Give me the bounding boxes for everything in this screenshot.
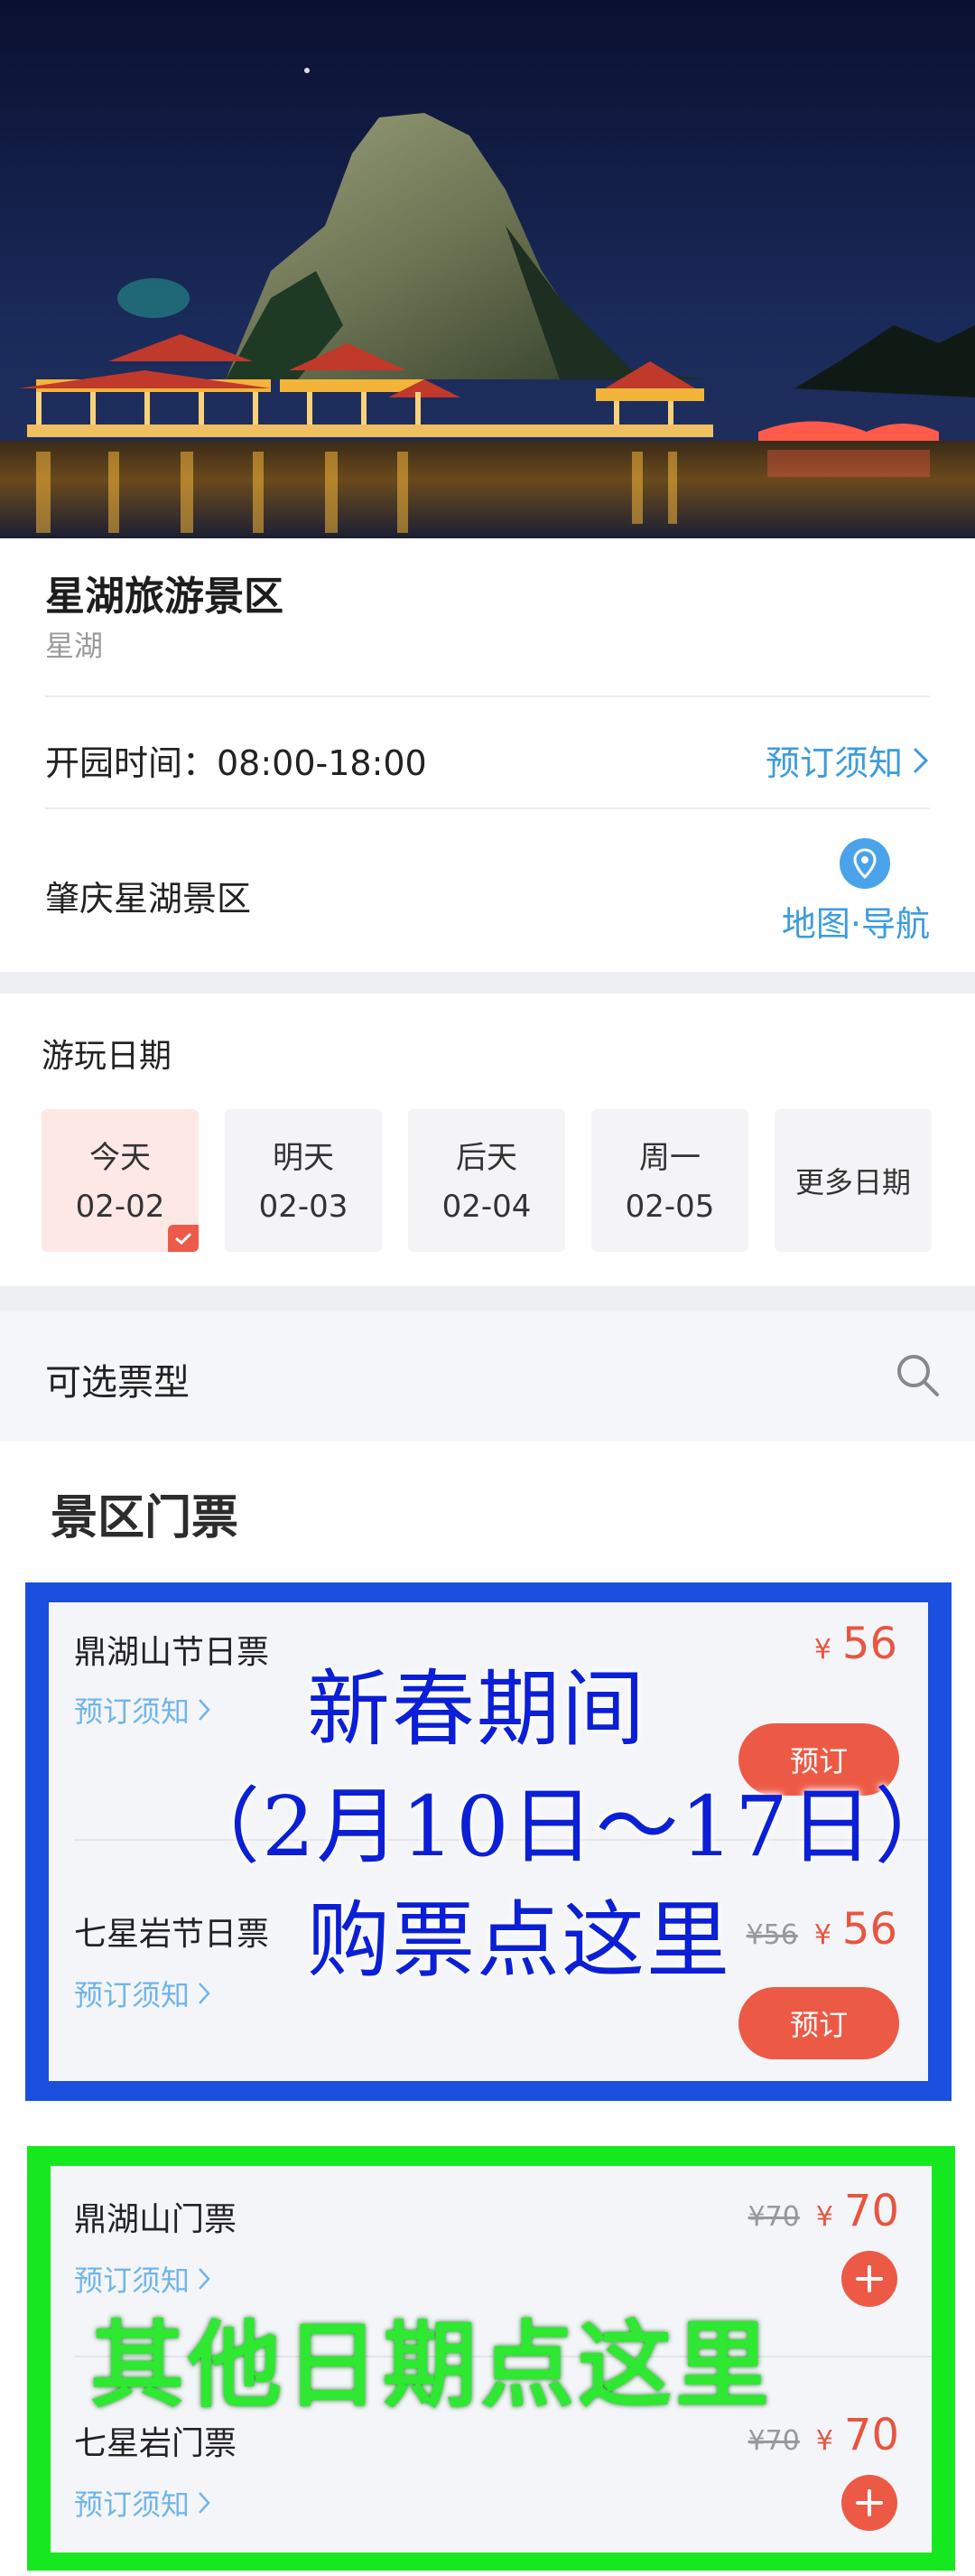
date-value: 02-04 — [441, 1189, 532, 1225]
original-price: ¥56 — [746, 1919, 798, 1951]
overlay-holiday-line3: 购票点这里 — [307, 1892, 732, 1989]
date-day: 后天 — [456, 1140, 517, 1176]
ticket-notice-link[interactable]: 预订须知 — [74, 1689, 211, 1731]
date-value: 02-02 — [75, 1189, 165, 1225]
divider — [45, 807, 930, 809]
overlay-holiday-line1: 新春期间 — [307, 1661, 647, 1758]
ticket-notice-label: 预订须知 — [74, 2487, 190, 2522]
original-price: ¥70 — [748, 2425, 800, 2457]
currency-symbol: ¥ — [813, 1919, 831, 1951]
date-option-today[interactable]: 今天 02-02 — [42, 1109, 199, 1252]
add-ticket-plus-icon[interactable] — [841, 2475, 897, 2531]
play-date-card: 游玩日期 今天 02-02 明天 02-03 后天 02-04 周一 02-05… — [0, 994, 975, 1286]
ticket-notice-label: 预订须知 — [74, 1978, 190, 2012]
booking-notice-link[interactable]: 预订须知 — [766, 735, 930, 785]
map-navigation-link[interactable]: 地图·导航 — [782, 896, 930, 946]
ticket-notice-label: 预订须知 — [74, 1694, 190, 1729]
ticket-price: ¥70 ¥ 70 — [748, 2186, 899, 2236]
date-option-monday[interactable]: 周一 02-05 — [591, 1109, 748, 1252]
ticket-name: 鼎湖山门票 — [74, 2201, 237, 2238]
date-value: 02-05 — [625, 1189, 715, 1225]
ticket-notice-link[interactable]: 预订须知 — [74, 2482, 211, 2524]
ticket-notice-link[interactable]: 预订须知 — [74, 1973, 211, 2014]
scenic-photo — [0, 0, 975, 538]
tickets-section: 景区门票 鼎湖山节日票 预订须知 ¥ 56 预订 七星岩节日票 预订须知 ¥56 — [0, 1442, 975, 2576]
more-dates-button[interactable]: 更多日期 — [775, 1109, 932, 1252]
ticket-name: 七星岩节日票 — [74, 1916, 270, 1953]
price-value: 70 — [843, 2410, 899, 2460]
date-day: 明天 — [273, 1140, 334, 1176]
currency-symbol: ¥ — [815, 2201, 833, 2233]
ticket-name: 鼎湖山节日票 — [74, 1634, 270, 1671]
divider — [45, 695, 930, 697]
chevron-right-icon — [913, 747, 929, 773]
chevron-right-icon — [199, 2268, 210, 2290]
scenic-photo-illustration — [0, 0, 975, 538]
play-date-label: 游玩日期 — [42, 1038, 172, 1075]
scenic-info-card: 星湖旅游景区 星湖 开园时间：08:00-18:00 预订须知 肇庆星湖景区 地… — [0, 538, 975, 972]
overlay-holiday-line2: （2月10日～17日） — [177, 1778, 960, 1875]
check-icon — [168, 1225, 199, 1252]
chevron-right-icon — [199, 1983, 210, 2004]
currency-symbol: ¥ — [813, 1634, 831, 1666]
price-value: 56 — [841, 1619, 897, 1669]
map-pin-icon[interactable] — [840, 838, 890, 889]
price-value: 70 — [843, 2186, 899, 2236]
date-value: 02-03 — [258, 1189, 348, 1225]
ticket-price: ¥ 56 — [814, 1619, 897, 1669]
overlay-other-dates: 其他日期点这里 — [90, 2310, 774, 2421]
opening-hours: 开园时间：08:00-18:00 — [45, 743, 427, 783]
chevron-right-icon — [199, 1699, 210, 1721]
currency-symbol: ¥ — [815, 2425, 833, 2457]
date-option-tomorrow[interactable]: 明天 02-03 — [225, 1109, 382, 1252]
date-day: 今天 — [89, 1140, 151, 1176]
section-title: 景区门票 — [51, 1491, 239, 1545]
ticket-type-bar: 可选票型 — [0, 1311, 975, 1442]
date-day: 周一 — [639, 1140, 701, 1176]
scenic-title: 星湖旅游景区 — [45, 574, 283, 620]
more-dates-label: 更多日期 — [794, 1165, 911, 1199]
original-price: ¥70 — [748, 2201, 800, 2233]
add-ticket-plus-icon[interactable] — [841, 2251, 897, 2307]
book-button[interactable]: 预订 — [738, 1987, 899, 2059]
price-value: 56 — [841, 1904, 897, 1955]
search-icon[interactable] — [894, 1351, 942, 1404]
ticket-price: ¥56 ¥ 56 — [747, 1904, 897, 1955]
scenic-subtitle: 星湖 — [45, 629, 104, 663]
booking-notice-label: 预订须知 — [765, 743, 903, 783]
scenic-address: 肇庆星湖景区 — [45, 879, 252, 919]
ticket-type-label: 可选票型 — [45, 1362, 190, 1404]
chevron-right-icon — [199, 2492, 210, 2514]
date-option-day-after[interactable]: 后天 02-04 — [408, 1109, 565, 1252]
